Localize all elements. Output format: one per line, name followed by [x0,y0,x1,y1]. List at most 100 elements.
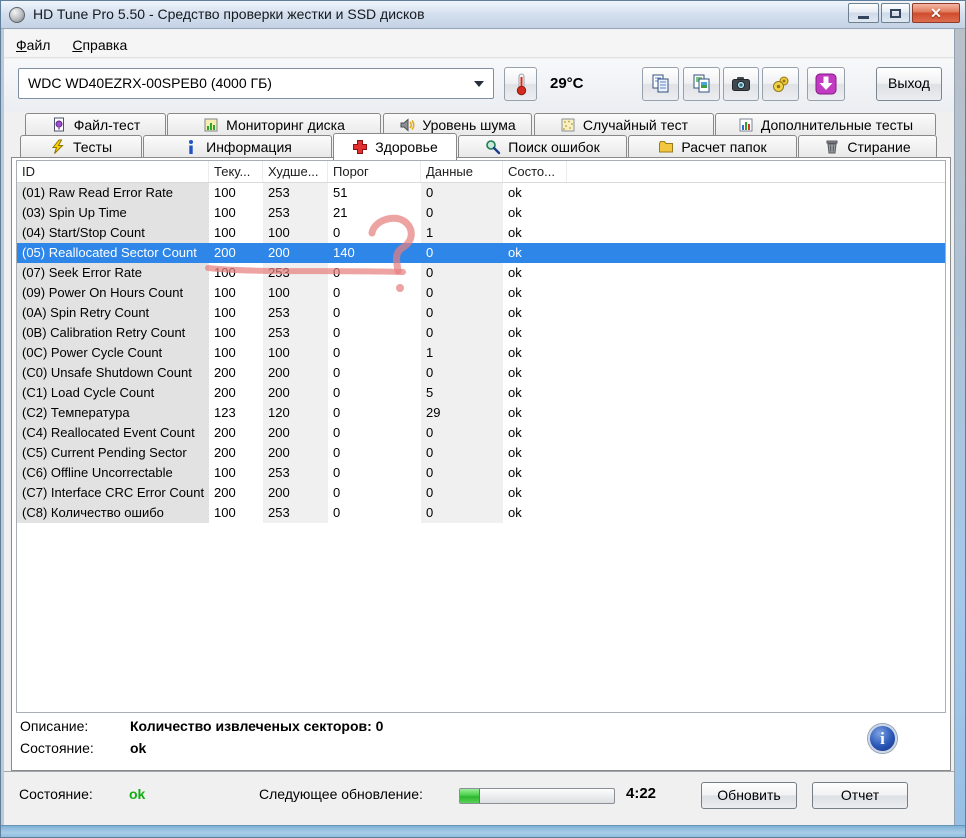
table-row[interactable]: (07) Seek Error Rate 100 253 0 0 ok [17,263,945,283]
column-header-data[interactable]: Данные [421,161,503,182]
tab-file-test[interactable]: Файл-тест [25,113,166,135]
table-row[interactable]: (C2) Температура 123 120 0 29 ok [17,403,945,423]
tab-label: Мониторинг диска [226,116,345,133]
table-row[interactable]: (C8) Количество ошибо 100 253 0 0 ok [17,503,945,523]
disk-monitor-icon [204,118,218,131]
information-icon [189,139,194,154]
tab-erase[interactable]: Стирание [798,135,937,157]
table-row[interactable]: (0A) Spin Retry Count 100 253 0 0 ok [17,303,945,323]
table-row[interactable]: (03) Spin Up Time 100 253 21 0 ok [17,203,945,223]
cell-attribute-id: (04) Start/Stop Count [17,223,209,243]
tab-label: Стирание [847,138,911,155]
exit-button[interactable]: Выход [876,67,942,101]
screenshot-button[interactable] [723,67,759,101]
cell-data: 0 [421,183,503,203]
save-graph-button[interactable] [807,67,845,101]
tab-noise-level[interactable]: Уровень шума [383,113,532,135]
cell-threshold: 51 [333,185,348,200]
cell-data: 0 [421,283,503,303]
table-row[interactable]: (0B) Calibration Retry Count 100 253 0 0… [17,323,945,343]
copy-text-button[interactable] [642,67,679,101]
tab-label: Файл-тест [73,116,141,133]
close-button[interactable]: ✕ [912,3,960,23]
cell-current: 200 [214,425,236,440]
cell-worst: 200 [263,383,328,403]
minimize-button[interactable] [848,3,879,23]
cell-data: 0 [421,323,503,343]
cell-status: ok [508,385,522,400]
menu-file[interactable]: Файл [10,30,62,56]
table-row[interactable]: (05) Reallocated Sector Count 200 200 14… [17,243,945,263]
window-title: HD Tune Pro 5.50 - Средство проверки жес… [33,6,425,22]
copy-image-button[interactable] [683,67,720,101]
cell-status: ok [508,445,522,460]
tab-label: Здоровье [375,139,438,155]
cell-status: ok [508,285,522,300]
column-header-worst[interactable]: Худше... [263,161,328,182]
cell-threshold: 140 [333,245,355,260]
maximize-button[interactable] [881,3,910,23]
cell-status: ok [508,485,522,500]
cell-attribute-id: (0A) Spin Retry Count [17,303,209,323]
table-row[interactable]: (0C) Power Cycle Count 100 100 0 1 ok [17,343,945,363]
progress-fill [460,789,481,803]
cell-attribute-id: (C5) Current Pending Sector [17,443,209,463]
cell-threshold: 0 [333,345,341,360]
cell-data: 29 [421,403,503,423]
next-update-label: Следующее обновление: [259,786,423,802]
table-row[interactable]: (C6) Offline Uncorrectable 100 253 0 0 o… [17,463,945,483]
cell-status: ok [508,325,522,340]
table-row[interactable]: (C0) Unsafe Shutdown Count 200 200 0 0 o… [17,363,945,383]
maximize-icon [890,8,901,18]
cell-worst: 253 [263,263,328,283]
tab-health[interactable]: Здоровье [333,133,457,160]
tab-error-scan[interactable]: Поиск ошибок [458,135,627,157]
table-row[interactable]: (09) Power On Hours Count 100 100 0 0 ok [17,283,945,303]
camera-icon [732,77,750,91]
overall-status-value: ok [129,786,146,802]
info-icon[interactable]: i [868,724,897,753]
cell-current: 100 [214,305,236,320]
tab-label: Дополнительные тесты [760,116,914,133]
menu-help[interactable]: Справка [66,30,139,56]
column-header-status[interactable]: Состо... [503,161,567,182]
cell-current: 100 [214,185,236,200]
tab-tests[interactable]: Тесты [20,135,142,157]
cell-current: 100 [214,265,236,280]
options-button[interactable] [762,67,799,101]
table-row[interactable]: (C1) Load Cycle Count 200 200 0 5 ok [17,383,945,403]
cell-attribute-id: (09) Power On Hours Count [17,283,209,303]
cell-attribute-id: (C1) Load Cycle Count [17,383,209,403]
cell-current: 123 [214,405,236,420]
cell-status: ok [508,245,522,260]
report-button[interactable]: Отчет [812,782,908,809]
refresh-button[interactable]: Обновить [701,782,797,809]
tab-information[interactable]: Информация [143,135,332,157]
cell-data: 0 [421,463,503,483]
overall-status-label: Состояние: [19,786,93,802]
column-header-threshold[interactable]: Порог [328,161,421,182]
window-border-left [1,29,4,825]
column-header-current[interactable]: Теку... [209,161,263,182]
table-row[interactable]: (04) Start/Stop Count 100 100 0 1 ok [17,223,945,243]
cell-current: 100 [214,505,236,520]
health-icon [353,140,368,154]
cell-status: ok [508,205,522,220]
tests-icon [51,139,64,154]
cell-worst: 253 [263,203,328,223]
temperature-button[interactable] [504,67,537,101]
tab-disk-monitor[interactable]: Мониторинг диска [167,113,381,135]
cell-data: 0 [421,503,503,523]
table-row[interactable]: (C5) Current Pending Sector 200 200 0 0 … [17,443,945,463]
cell-threshold: 0 [333,405,341,420]
cell-data: 1 [421,223,503,243]
tab-folder-usage[interactable]: Расчет папок [628,135,797,157]
tab-random-test[interactable]: Случайный тест [534,113,714,135]
drive-select-dropdown[interactable]: WDC WD40EZRX-00SPEB0 (4000 ГБ) [18,68,494,99]
table-row[interactable]: (C7) Interface CRC Error Count 200 200 0… [17,483,945,503]
table-row[interactable]: (C4) Reallocated Event Count 200 200 0 0… [17,423,945,443]
table-row[interactable]: (01) Raw Read Error Rate 100 253 51 0 ok [17,183,945,203]
tab-extra-tests[interactable]: Дополнительные тесты [715,113,936,135]
column-header-id[interactable]: ID [17,161,209,182]
description-value: Количество извлеченых секторов: 0 [130,718,384,734]
